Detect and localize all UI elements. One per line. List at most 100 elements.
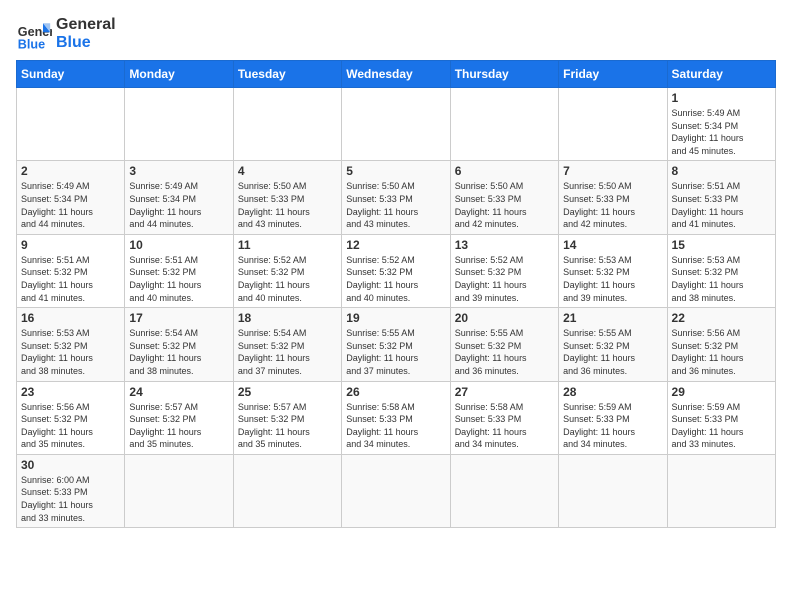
calendar-cell: 18 Sunrise: 5:54 AM Sunset: 5:32 PM Dayli… <box>233 308 341 381</box>
day-info: Sunrise: 5:53 AM Sunset: 5:32 PM Dayligh… <box>672 254 771 304</box>
day-number: 11 <box>238 238 337 252</box>
day-info: Sunrise: 5:50 AM Sunset: 5:33 PM Dayligh… <box>346 180 445 230</box>
day-info: Sunrise: 5:55 AM Sunset: 5:32 PM Dayligh… <box>455 327 554 377</box>
day-info: Sunrise: 6:00 AM Sunset: 5:33 PM Dayligh… <box>21 474 120 524</box>
day-info: Sunrise: 5:58 AM Sunset: 5:33 PM Dayligh… <box>346 401 445 451</box>
day-number: 21 <box>563 311 662 325</box>
calendar-cell <box>559 88 667 161</box>
day-number: 17 <box>129 311 228 325</box>
day-info: Sunrise: 5:56 AM Sunset: 5:32 PM Dayligh… <box>672 327 771 377</box>
calendar-week-2: 2 Sunrise: 5:49 AM Sunset: 5:34 PM Daylig… <box>17 161 776 234</box>
day-number: 3 <box>129 164 228 178</box>
logo-text-blue: Blue <box>56 34 116 52</box>
col-header-thursday: Thursday <box>450 61 558 88</box>
col-header-saturday: Saturday <box>667 61 775 88</box>
calendar-cell: 19Sunrise: 5:55 AM Sunset: 5:32 PM Dayli… <box>342 308 450 381</box>
day-info: Sunrise: 5:49 AM Sunset: 5:34 PM Dayligh… <box>129 180 228 230</box>
calendar-cell: 26 Sunrise: 5:58 AM Sunset: 5:33 PM Dayli… <box>342 381 450 454</box>
day-info: Sunrise: 5:58 AM Sunset: 5:33 PM Dayligh… <box>455 401 554 451</box>
day-info: Sunrise: 5:52 AM Sunset: 5:32 PM Dayligh… <box>238 254 337 304</box>
day-number: 29 <box>672 385 771 399</box>
day-number: 9 <box>21 238 120 252</box>
day-number: 26 <box>346 385 445 399</box>
logo-text-general: General <box>56 16 116 34</box>
day-number: 6 <box>455 164 554 178</box>
day-info: Sunrise: 5:49 AM Sunset: 5:34 PM Dayligh… <box>21 180 120 230</box>
day-info: Sunrise: 5:59 AM Sunset: 5:33 PM Dayligh… <box>672 401 771 451</box>
day-info: Sunrise: 5:59 AM Sunset: 5:33 PM Dayligh… <box>563 401 662 451</box>
calendar-cell <box>559 454 667 527</box>
day-info: Sunrise: 5:50 AM Sunset: 5:33 PM Dayligh… <box>455 180 554 230</box>
calendar-cell <box>233 454 341 527</box>
logo-icon: General Blue <box>16 16 52 52</box>
calendar-cell: 6 Sunrise: 5:50 AM Sunset: 5:33 PM Daylig… <box>450 161 558 234</box>
calendar-cell: 8Sunrise: 5:51 AM Sunset: 5:33 PM Daylig… <box>667 161 775 234</box>
calendar-cell: 3 Sunrise: 5:49 AM Sunset: 5:34 PM Daylig… <box>125 161 233 234</box>
day-info: Sunrise: 5:53 AM Sunset: 5:32 PM Dayligh… <box>21 327 120 377</box>
calendar-cell: 25 Sunrise: 5:57 AM Sunset: 5:32 PM Dayli… <box>233 381 341 454</box>
day-info: Sunrise: 5:51 AM Sunset: 5:32 PM Dayligh… <box>21 254 120 304</box>
col-header-wednesday: Wednesday <box>342 61 450 88</box>
calendar-cell: 23Sunrise: 5:56 AM Sunset: 5:32 PM Dayli… <box>17 381 125 454</box>
day-info: Sunrise: 5:52 AM Sunset: 5:32 PM Dayligh… <box>346 254 445 304</box>
day-number: 10 <box>129 238 228 252</box>
calendar-cell <box>125 88 233 161</box>
day-number: 20 <box>455 311 554 325</box>
page-header: General Blue General Blue <box>16 16 776 52</box>
calendar-cell: 1 Sunrise: 5:49 AM Sunset: 5:34 PM Daylig… <box>667 88 775 161</box>
day-number: 25 <box>238 385 337 399</box>
calendar-cell: 14 Sunrise: 5:53 AM Sunset: 5:32 PM Dayli… <box>559 234 667 307</box>
day-info: Sunrise: 5:55 AM Sunset: 5:32 PM Dayligh… <box>563 327 662 377</box>
day-info: Sunrise: 5:51 AM Sunset: 5:33 PM Dayligh… <box>672 180 771 230</box>
calendar-cell <box>450 454 558 527</box>
calendar-cell <box>125 454 233 527</box>
calendar-week-6: 30 Sunrise: 6:00 AM Sunset: 5:33 PM Dayli… <box>17 454 776 527</box>
calendar-cell: 4 Sunrise: 5:50 AM Sunset: 5:33 PM Daylig… <box>233 161 341 234</box>
day-info: Sunrise: 5:53 AM Sunset: 5:32 PM Dayligh… <box>563 254 662 304</box>
calendar-cell <box>450 88 558 161</box>
svg-text:Blue: Blue <box>18 37 45 51</box>
day-number: 22 <box>672 311 771 325</box>
day-info: Sunrise: 5:49 AM Sunset: 5:34 PM Dayligh… <box>672 107 771 157</box>
day-number: 7 <box>563 164 662 178</box>
day-info: Sunrise: 5:50 AM Sunset: 5:33 PM Dayligh… <box>563 180 662 230</box>
calendar-cell: 5Sunrise: 5:50 AM Sunset: 5:33 PM Daylig… <box>342 161 450 234</box>
calendar-cell: 10Sunrise: 5:51 AM Sunset: 5:32 PM Dayli… <box>125 234 233 307</box>
calendar-cell: 17Sunrise: 5:54 AM Sunset: 5:32 PM Dayli… <box>125 308 233 381</box>
calendar-cell <box>233 88 341 161</box>
calendar-week-1: 1 Sunrise: 5:49 AM Sunset: 5:34 PM Daylig… <box>17 88 776 161</box>
day-info: Sunrise: 5:57 AM Sunset: 5:32 PM Dayligh… <box>238 401 337 451</box>
col-header-monday: Monday <box>125 61 233 88</box>
day-info: Sunrise: 5:52 AM Sunset: 5:32 PM Dayligh… <box>455 254 554 304</box>
calendar-cell: 2 Sunrise: 5:49 AM Sunset: 5:34 PM Daylig… <box>17 161 125 234</box>
col-header-friday: Friday <box>559 61 667 88</box>
day-number: 19 <box>346 311 445 325</box>
day-info: Sunrise: 5:54 AM Sunset: 5:32 PM Dayligh… <box>238 327 337 377</box>
calendar-cell: 20 Sunrise: 5:55 AM Sunset: 5:32 PM Dayli… <box>450 308 558 381</box>
day-number: 30 <box>21 458 120 472</box>
calendar-cell: 13Sunrise: 5:52 AM Sunset: 5:32 PM Dayli… <box>450 234 558 307</box>
calendar-cell: 28 Sunrise: 5:59 AM Sunset: 5:33 PM Dayli… <box>559 381 667 454</box>
col-header-sunday: Sunday <box>17 61 125 88</box>
calendar-cell: 29 Sunrise: 5:59 AM Sunset: 5:33 PM Dayli… <box>667 381 775 454</box>
calendar-week-3: 9 Sunrise: 5:51 AM Sunset: 5:32 PM Daylig… <box>17 234 776 307</box>
day-number: 1 <box>672 91 771 105</box>
calendar-cell: 12 Sunrise: 5:52 AM Sunset: 5:32 PM Dayli… <box>342 234 450 307</box>
day-number: 15 <box>672 238 771 252</box>
day-number: 28 <box>563 385 662 399</box>
day-number: 12 <box>346 238 445 252</box>
day-number: 27 <box>455 385 554 399</box>
calendar-cell: 7 Sunrise: 5:50 AM Sunset: 5:33 PM Daylig… <box>559 161 667 234</box>
calendar-cell: 24Sunrise: 5:57 AM Sunset: 5:32 PM Dayli… <box>125 381 233 454</box>
day-number: 14 <box>563 238 662 252</box>
day-info: Sunrise: 5:50 AM Sunset: 5:33 PM Dayligh… <box>238 180 337 230</box>
calendar-cell: 27 Sunrise: 5:58 AM Sunset: 5:33 PM Dayli… <box>450 381 558 454</box>
calendar-week-5: 23Sunrise: 5:56 AM Sunset: 5:32 PM Dayli… <box>17 381 776 454</box>
calendar-cell <box>342 88 450 161</box>
day-number: 2 <box>21 164 120 178</box>
day-number: 18 <box>238 311 337 325</box>
calendar-cell <box>342 454 450 527</box>
day-number: 4 <box>238 164 337 178</box>
calendar-cell <box>667 454 775 527</box>
calendar-week-4: 16Sunrise: 5:53 AM Sunset: 5:32 PM Dayli… <box>17 308 776 381</box>
